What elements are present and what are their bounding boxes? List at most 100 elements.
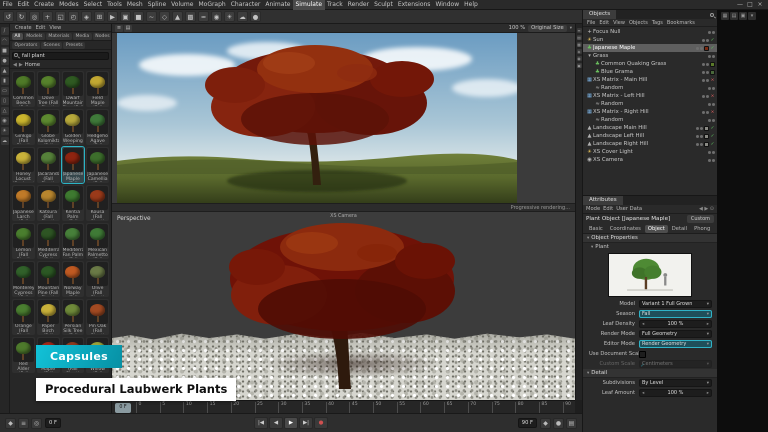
panel-icon[interactable]: ▣ bbox=[577, 63, 582, 68]
sky-object-icon[interactable]: ☁ bbox=[1, 137, 9, 145]
visibility-dot[interactable] bbox=[712, 103, 715, 106]
plant-row[interactable]: ▾ Plant bbox=[583, 243, 717, 251]
cube-primitive-icon[interactable]: ■ bbox=[133, 11, 144, 22]
visibility-dot[interactable] bbox=[712, 55, 715, 58]
start-frame-field[interactable]: 0 F bbox=[45, 418, 61, 428]
object-row[interactable]: ▦XS Matrix - Main Hill× bbox=[583, 76, 717, 84]
timeline-tick[interactable]: 55 bbox=[397, 402, 405, 413]
enabled-tag-icon[interactable]: ✓ bbox=[710, 38, 715, 43]
object-row[interactable]: +Focus Null bbox=[583, 28, 717, 36]
spline-icon[interactable]: ~ bbox=[146, 11, 157, 22]
asset-item[interactable]: Field Maple (Fall Plant) bbox=[86, 71, 109, 107]
cylinder-icon[interactable]: ▮ bbox=[1, 77, 9, 85]
object-row[interactable]: ♣Japanese Maple✓ bbox=[583, 44, 717, 52]
filter-tab-media[interactable]: Media bbox=[73, 33, 92, 40]
scale-icon[interactable]: ◱ bbox=[55, 11, 66, 22]
object-row[interactable]: ▦XS Matrix - Left Hill× bbox=[583, 92, 717, 100]
layers-icon[interactable]: ≡ bbox=[577, 28, 582, 33]
spin-up-icon[interactable]: ▸ bbox=[707, 322, 709, 327]
viewport-label[interactable]: Perspective bbox=[117, 216, 151, 222]
attributes-nav-icons[interactable]: ◀ ▶ ⊙ bbox=[699, 206, 714, 212]
menu-mograph[interactable]: MoGraph bbox=[196, 0, 228, 10]
timeline-ruler[interactable]: 0 F 051015202530354045505560657075808590 bbox=[112, 400, 575, 413]
timeline-tick[interactable]: 25 bbox=[255, 402, 263, 413]
timeline-tick[interactable]: 35 bbox=[302, 402, 310, 413]
timeline-tick[interactable]: 70 bbox=[468, 402, 476, 413]
asset-item[interactable]: Golden Weeping Willow (Fall Plant) bbox=[62, 109, 85, 145]
material-tag[interactable] bbox=[704, 46, 709, 51]
visibility-dot[interactable] bbox=[696, 143, 699, 146]
visibility-dot[interactable] bbox=[696, 127, 699, 130]
tab-objects[interactable]: Objects bbox=[583, 10, 616, 19]
season-dropdown[interactable]: Fall ▾ bbox=[639, 310, 712, 318]
size-mode-dropdown[interactable]: Original Size bbox=[528, 25, 567, 32]
scene-camera-icon[interactable]: ◉ bbox=[1, 117, 9, 125]
custom-button[interactable]: Custom bbox=[687, 215, 714, 223]
tab-coordinates[interactable]: Coordinates bbox=[607, 225, 644, 233]
snap-icon[interactable]: ◈ bbox=[577, 49, 582, 54]
tab-object[interactable]: Object bbox=[645, 225, 668, 233]
menu-help[interactable]: Help bbox=[462, 0, 481, 10]
viewport-menu-icon[interactable]: ≡ bbox=[115, 25, 123, 32]
material-tag[interactable] bbox=[710, 62, 715, 67]
subdivisions-dropdown[interactable]: By Level ▾ bbox=[639, 379, 712, 387]
simulate-icon[interactable]: ≈ bbox=[198, 11, 209, 22]
cube-icon[interactable]: ■ bbox=[1, 47, 9, 55]
end-frame-field[interactable]: 90 F bbox=[518, 418, 537, 428]
asset-item[interactable]: Japanese Camellia (Fall Plant) bbox=[86, 147, 109, 183]
visibility-dot[interactable] bbox=[700, 135, 703, 138]
close-button[interactable]: × bbox=[755, 0, 765, 9]
tab-detail[interactable]: Detail bbox=[669, 225, 690, 233]
timeline-tick[interactable]: 30 bbox=[278, 402, 286, 413]
asset-item[interactable]: Common Beech (Fall Plant) bbox=[12, 71, 35, 107]
tab-attributes[interactable]: Attributes bbox=[583, 196, 623, 205]
object-row[interactable]: ♣Common Quaking Grass bbox=[583, 60, 717, 68]
menu-window[interactable]: Window bbox=[433, 0, 462, 10]
menu-extensions[interactable]: Extensions bbox=[395, 0, 433, 10]
enabled-tag-icon[interactable]: ✓ bbox=[710, 142, 715, 147]
view-icon[interactable]: ◉ bbox=[577, 56, 582, 61]
perspective-viewport[interactable]: Perspective XS Camera bbox=[112, 212, 575, 400]
move-icon[interactable]: + bbox=[42, 11, 53, 22]
asset-item[interactable]: Dwarf Mountain Pine (Fall Plant) bbox=[62, 71, 85, 107]
asset-item[interactable]: Mountain Pine (Fall Plant) bbox=[37, 261, 60, 297]
disabled-tag-icon[interactable]: × bbox=[710, 94, 715, 99]
filter-tab-operators[interactable]: Operators bbox=[12, 42, 40, 49]
key-record-icon[interactable]: ◆ bbox=[540, 418, 551, 429]
pen-tool-icon[interactable]: / bbox=[1, 27, 9, 35]
asset-item[interactable]: Olive (Fall Plant) bbox=[86, 261, 109, 297]
object-row[interactable]: ≈Random bbox=[583, 116, 717, 124]
material-tag[interactable] bbox=[704, 142, 709, 147]
render-viewport[interactable] bbox=[112, 33, 575, 203]
layout-icon-3[interactable]: ▣ bbox=[739, 12, 747, 20]
filter-tab-scenes[interactable]: Scenes bbox=[41, 42, 62, 49]
asset-item[interactable]: Katsura (Fall Plant) bbox=[37, 185, 60, 221]
spin-down-icon[interactable]: ◂ bbox=[642, 391, 644, 396]
objects-menu-tags[interactable]: Tags bbox=[650, 20, 665, 26]
use-document-scale-checkbox[interactable]: ✓ bbox=[639, 351, 646, 358]
timeline-tick[interactable]: 80 bbox=[515, 402, 523, 413]
object-row[interactable]: ▲Landscape Main Hill✓ bbox=[583, 124, 717, 132]
forward-icon[interactable]: ▶ bbox=[19, 62, 23, 68]
autokey-icon[interactable]: ● bbox=[553, 418, 564, 429]
visibility-dot[interactable] bbox=[702, 79, 705, 82]
asset-item[interactable]: Norway Maple (Fall Plant) bbox=[62, 261, 85, 297]
axis-icon[interactable]: ◈ bbox=[81, 11, 92, 22]
timeline-tick[interactable]: 40 bbox=[326, 402, 334, 413]
track-icon[interactable]: ≡ bbox=[18, 418, 29, 429]
objects-menu-objects[interactable]: Objects bbox=[627, 20, 650, 26]
scene-light-icon[interactable]: ☀ bbox=[1, 127, 9, 135]
visibility-dot[interactable] bbox=[702, 95, 705, 98]
object-row[interactable]: ▾Grass bbox=[583, 52, 717, 60]
material-tag[interactable] bbox=[710, 70, 715, 75]
light-icon[interactable]: ☀ bbox=[224, 11, 235, 22]
visibility-dot[interactable] bbox=[706, 39, 709, 42]
minimize-button[interactable]: — bbox=[735, 0, 745, 9]
goto-start-button[interactable]: |◀ bbox=[254, 417, 268, 429]
menu-animate[interactable]: Animate bbox=[263, 0, 293, 10]
arc-icon[interactable]: ◠ bbox=[1, 37, 9, 45]
plane-icon[interactable]: ▭ bbox=[1, 87, 9, 95]
asset-item[interactable]: Dove Tree (Fall Plant) bbox=[37, 71, 60, 107]
options-icon[interactable]: ▤ bbox=[566, 418, 577, 429]
menu-simulate[interactable]: Simulate bbox=[293, 0, 325, 10]
